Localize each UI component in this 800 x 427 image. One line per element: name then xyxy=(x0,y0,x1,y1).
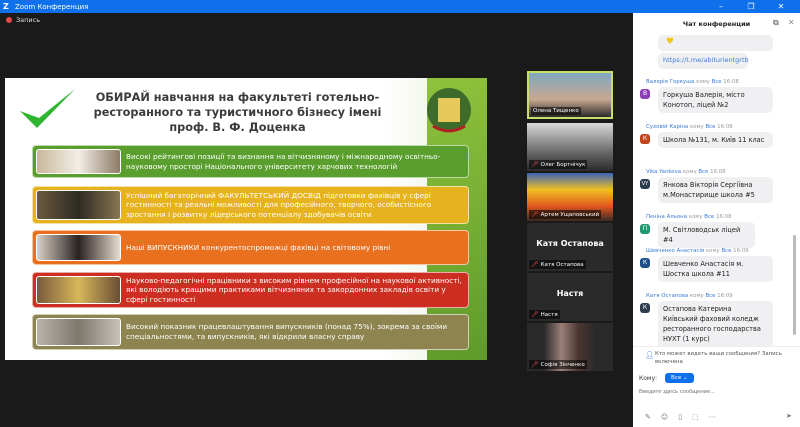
chat-title: Чат конференции xyxy=(682,20,751,28)
restore-button[interactable]: ❐ xyxy=(740,0,762,13)
participant-tile[interactable]: Катя Остапова 🎤︎ Катя Остапова xyxy=(527,223,613,271)
avatar: К xyxy=(640,303,650,313)
slide-photo xyxy=(36,234,121,261)
participant-name: Катя Остапова xyxy=(540,261,584,268)
participant-display-name: Катя Остапова xyxy=(536,239,604,248)
chat-visibility-notice[interactable]: 👤︎ Кто может видеть ваши сообщения? Запис… xyxy=(633,346,800,371)
mic-muted-icon: 🎤︎ xyxy=(531,361,539,368)
zoom-logo-icon: Z xyxy=(3,2,9,11)
participant-tile[interactable]: Олена Тищенко xyxy=(527,71,613,119)
chat-toolbar: ✎ ☺ ▯ ⬚ ⋯ xyxy=(645,413,716,421)
record-icon xyxy=(6,17,12,23)
mic-muted-icon: 🎤︎ xyxy=(531,211,539,218)
avatar: VY xyxy=(640,179,650,189)
participant-name: Софія Зінченко xyxy=(540,361,585,368)
slide-photo xyxy=(36,149,121,174)
participant-tile[interactable]: Настя 🎤︎ Настя xyxy=(527,273,613,321)
participant-display-name: Настя xyxy=(556,289,584,298)
file-icon[interactable]: ▯ xyxy=(678,413,682,421)
slide-row: Високі рейтингові позиції та визнання на… xyxy=(32,145,469,178)
slide-title: ОБИРАЙ навчання на факультеті готельно-р… xyxy=(93,91,382,134)
slide-photo xyxy=(36,276,121,304)
message-text: Школа №131, м. Київ 11 клас xyxy=(658,132,773,148)
participant-tile[interactable]: 🎤︎ Софія Зінченко xyxy=(527,323,613,371)
message-text: Остапова Катерина Київський фаховий коле… xyxy=(658,301,773,349)
message-meta: Пєніна Альона кому Все 16:08 xyxy=(646,214,732,220)
slide-row-text: Наші ВИПУСКНИКИ конкурентоспроможці фахі… xyxy=(126,242,391,252)
avatar: В xyxy=(640,89,650,99)
recording-indicator[interactable]: Запись xyxy=(6,16,40,24)
mic-muted-icon: 🎤︎ xyxy=(531,261,539,268)
chat-link[interactable]: https://t.me/abiturientgrtb xyxy=(663,56,749,64)
chat-bubble: https://t.me/abiturientgrtb xyxy=(658,53,749,69)
shared-slide: ОБИРАЙ навчання на факультеті готельно-р… xyxy=(5,78,487,360)
slide-row: Наші ВИПУСКНИКИ конкурентоспроможці фахі… xyxy=(32,230,469,265)
chat-header: Чат конференции ⧉ ✕ xyxy=(633,13,800,35)
participant-tile[interactable]: 🎤︎ Артем Ущаповський xyxy=(527,173,613,221)
slide-row: Високий показник працевлаштування випуск… xyxy=(32,314,469,350)
close-button[interactable]: ✕ xyxy=(770,0,792,13)
participant-tile[interactable]: 🎤︎ Олег Бортнічук xyxy=(527,123,613,171)
slide-row: Успішний багаторічний ФАКУЛЬТЕТСЬКИЙ ДОС… xyxy=(32,186,469,224)
chat-message-input[interactable] xyxy=(639,389,789,395)
slide-row-text: Науково-педагогічні працівники з високим… xyxy=(126,275,462,304)
mic-muted-icon: 🎤︎ xyxy=(531,311,539,318)
faculty-emblem-icon xyxy=(427,88,471,133)
recipient-dropdown[interactable]: Все ⌄ xyxy=(665,373,694,383)
window-title: Zoom Конференция xyxy=(15,2,89,11)
more-icon[interactable]: ⋯ xyxy=(709,413,716,421)
send-icon[interactable]: ➤ xyxy=(786,412,792,420)
message-text: Янкова Вікторія Сергіївна м.Монастирище … xyxy=(658,177,773,203)
message-text: Шевченко Анастасія м. Шостка школа #11 xyxy=(658,256,773,282)
message-text: Горкуша Валерія, місто Конотоп, ліцей №2 xyxy=(658,87,773,113)
avatar: К xyxy=(640,134,650,144)
title-bar: Z Zoom Конференция – ❐ ✕ xyxy=(0,0,800,13)
message-text: М. Світловодськ ліцей #4 xyxy=(658,222,755,248)
popout-icon[interactable]: ⧉ xyxy=(773,18,779,28)
participant-name: Настя xyxy=(540,311,558,318)
emoji-icon[interactable]: ☺ xyxy=(661,413,668,421)
close-chat-icon[interactable]: ✕ xyxy=(788,18,795,27)
chat-scrollbar[interactable] xyxy=(793,45,797,375)
message-meta: Валерія Горкуша кому Все 16:08 xyxy=(646,79,739,85)
message-meta: Катя Остапова кому Все 16:09 xyxy=(646,293,733,299)
message-meta: Суховій Каріна кому Все 16:08 xyxy=(646,124,733,130)
recipient-label: Кому: xyxy=(639,374,658,382)
people-icon: 👤︎ xyxy=(645,351,654,359)
message-meta: Vika Yankova кому Все 16:08 xyxy=(646,169,726,175)
slide-row-text: Високі рейтингові позиції та визнання на… xyxy=(126,151,441,171)
slide-row-text: Успішний багаторічний ФАКУЛЬТЕТСЬКИЙ ДОС… xyxy=(126,190,432,219)
participant-name: Олена Тищенко xyxy=(533,108,579,114)
mic-muted-icon: 🎤︎ xyxy=(531,161,539,168)
slide-row-text: Високий показник працевлаштування випуск… xyxy=(126,322,448,341)
checkmark-icon xyxy=(20,89,75,128)
slide-photo xyxy=(36,318,121,346)
record-label: Запись xyxy=(16,16,41,24)
chat-panel: Чат конференции ⧉ ✕ ♥ https://t.me/abitu… xyxy=(633,13,800,427)
participant-name: Олег Бортнічук xyxy=(540,161,586,168)
avatar: П xyxy=(640,224,650,234)
screenshot-icon[interactable]: ⬚ xyxy=(692,413,699,421)
minimize-button[interactable]: – xyxy=(710,0,732,13)
recipient-row: Кому: Все ⌄ xyxy=(639,373,694,383)
slide-photo xyxy=(36,190,121,220)
message-meta: Шевченко Анастасія кому Все 16:09 xyxy=(646,248,749,254)
heart-emoji-icon: ♥ xyxy=(666,37,675,47)
avatar: К xyxy=(640,258,650,268)
slide-row: Науково-педагогічні працівники з високим… xyxy=(32,272,469,308)
chat-bubble: ♥ xyxy=(658,35,773,51)
format-icon[interactable]: ✎ xyxy=(645,413,651,421)
participant-name: Артем Ущаповський xyxy=(540,211,600,218)
